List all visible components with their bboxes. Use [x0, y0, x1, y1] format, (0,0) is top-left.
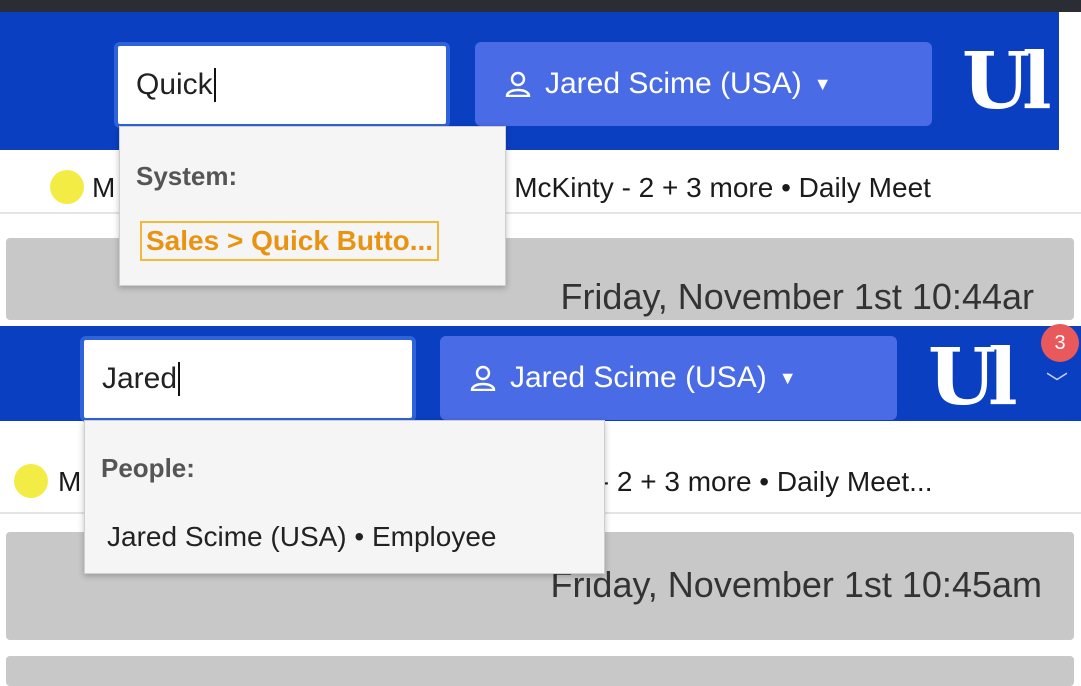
user-menu-button[interactable]: Jared Scime (USA) ▼ [440, 336, 897, 420]
app-logo[interactable]: Ul [928, 332, 1018, 423]
ticker-lead: M [92, 172, 116, 203]
search-result-item[interactable]: Sales > Quick Butto... [140, 221, 440, 261]
search-results-dropdown: People: Jared Scime (USA) • Employee [84, 420, 605, 574]
global-search-input[interactable]: Jared [80, 336, 416, 422]
date-time-text: Friday, November 1st 10:44ar [560, 276, 1034, 317]
window-edge [1059, 12, 1081, 150]
chevron-down-icon[interactable]: ﹀ [1046, 366, 1068, 398]
caret-down-icon: ▼ [778, 367, 797, 388]
search-input-value: Jared [102, 362, 178, 395]
screenshot-panel-1: Quick Jared Scime (USA) ▼ Ul M ll McKint… [0, 0, 1081, 320]
person-icon [505, 71, 531, 97]
text-caret [213, 68, 216, 102]
ticker-text: ll McKinty - 2 + 3 more • Daily Meet [494, 172, 931, 203]
app-logo[interactable]: Ul [962, 36, 1052, 127]
content-bar [6, 656, 1074, 686]
user-menu-label: Jared Scime (USA) [510, 361, 767, 394]
top-navbar: Jared Jared Scime (USA) ▼ Ul ﹀ [0, 326, 1081, 423]
user-menu-label: Jared Scime (USA) [545, 67, 802, 100]
date-time-text: Friday, November 1st 10:45am [550, 564, 1042, 605]
results-group-heading: System: [136, 161, 238, 191]
global-search-input[interactable]: Quick [114, 42, 450, 128]
status-dot [14, 464, 48, 498]
search-input-value: Quick [136, 68, 213, 101]
search-results-dropdown: System: Sales > Quick Butto... [119, 126, 506, 286]
results-group-heading: People: [101, 453, 195, 483]
text-caret [178, 362, 181, 396]
person-icon [470, 365, 496, 391]
user-menu-button[interactable]: Jared Scime (USA) ▼ [475, 42, 932, 126]
notification-badge[interactable]: 3 [1041, 324, 1079, 362]
status-dot [50, 170, 84, 204]
screenshot-panel-2: Jared Jared Scime (USA) ▼ Ul ﹀ 3 M y - 2… [0, 320, 1081, 686]
notification-count: 3 [1054, 331, 1066, 354]
ticker-lead: M [58, 466, 82, 497]
caret-down-icon: ▼ [813, 73, 832, 94]
ticker-text: y - 2 + 3 more • Daily Meet... [578, 466, 933, 497]
search-result-item[interactable]: Jared Scime (USA) • Employee [107, 521, 496, 553]
